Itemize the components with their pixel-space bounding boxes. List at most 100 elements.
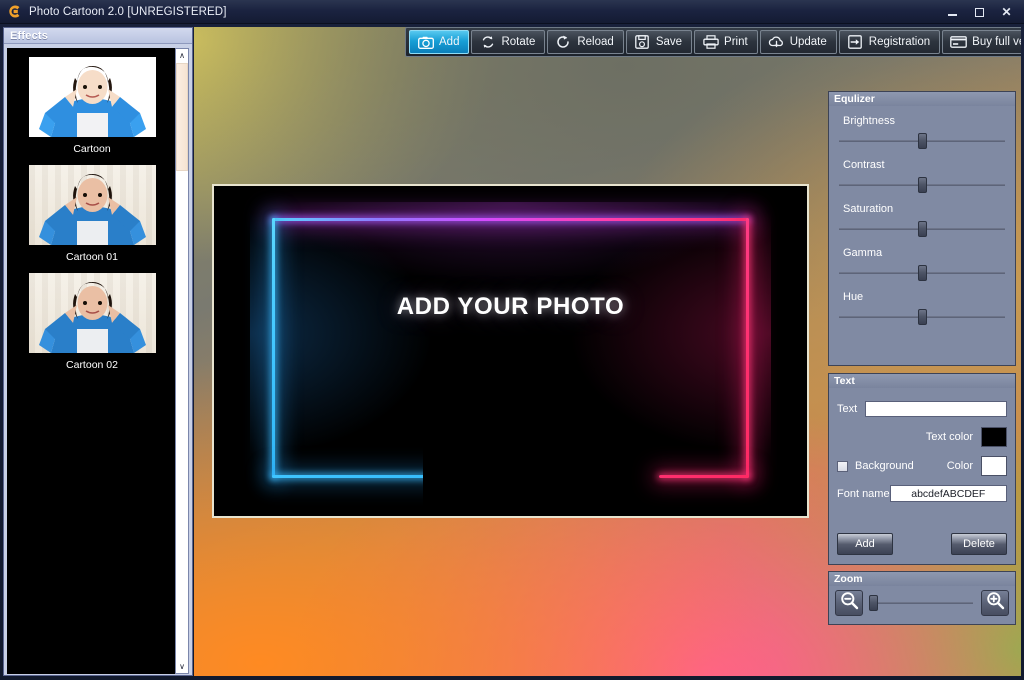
effect-label: Cartoon 02 [66, 359, 118, 371]
text-panel-buttons: Add Delete [829, 533, 1015, 555]
add-button-label: Add [439, 36, 460, 48]
save-button-label: Save [655, 36, 683, 48]
background-color-row: Background Color [829, 456, 1015, 476]
text-color-label: Text color [925, 431, 973, 443]
scroll-up-icon[interactable]: ∧ [176, 49, 188, 62]
registration-button-label: Registration [868, 36, 931, 48]
effect-thumbnail [28, 57, 156, 137]
close-icon[interactable]: ✕ [993, 1, 1020, 23]
effects-list[interactable]: Cartoon Cartoon 01 Cartoon 02 [7, 48, 177, 674]
effects-panel-header: Effects [4, 28, 192, 44]
zoom-slider[interactable] [869, 592, 975, 614]
photo-dark-block [423, 406, 547, 516]
equalizer-panel: Equlizer Brightness Contrast Saturation … [828, 91, 1016, 366]
brightness-slider[interactable] [839, 132, 1005, 150]
window-controls: ✕ [939, 0, 1020, 24]
contrast-row: Contrast [829, 150, 1015, 194]
credit-card-icon [950, 34, 968, 50]
hue-label: Hue [843, 291, 864, 303]
magnifier-minus-icon [840, 591, 859, 615]
contrast-label: Contrast [843, 159, 885, 171]
effect-item-cartoon-02[interactable]: Cartoon 02 [7, 264, 177, 372]
text-panel-header: Text [829, 374, 1015, 388]
text-panel: Text Text Text color Background Color Fo… [828, 373, 1016, 565]
printer-icon [702, 34, 719, 50]
text-field-label: Text [837, 403, 858, 415]
gamma-slider-knob[interactable] [917, 265, 927, 281]
color-label: Color [946, 460, 973, 472]
hue-row: Hue [829, 282, 1015, 326]
rotate-button[interactable]: Rotate [471, 30, 546, 54]
close-glyph: ✕ [1001, 5, 1012, 19]
text-header-label: Text [834, 375, 855, 387]
application-window: Photo Cartoon 2.0 [UNREGISTERED] ✕ Effec… [0, 0, 1024, 680]
brightness-row: Brightness [829, 106, 1015, 150]
photo-preview-image: ADD YOUR PHOTO [214, 186, 807, 516]
app-logo-c-icon [7, 4, 22, 19]
rotate-icon [479, 34, 496, 50]
background-color-swatch[interactable] [981, 456, 1007, 476]
minimize-icon[interactable] [939, 1, 966, 23]
zoom-panel-header: Zoom [829, 572, 1015, 586]
buy-full-version-button[interactable]: Buy full version [942, 30, 1021, 54]
effect-thumbnail [28, 273, 156, 353]
camera-icon [417, 34, 434, 50]
photo-placeholder-text: ADD YOUR PHOTO [396, 293, 625, 320]
title-bar: Photo Cartoon 2.0 [UNREGISTERED] ✕ [0, 0, 1024, 24]
effects-sidebar: Effects Cartoon Cartoon 01 Cartoon 02 ∧ … [3, 27, 193, 676]
photo-preview-frame[interactable]: ADD YOUR PHOTO [212, 184, 809, 518]
equalizer-header-label: Equlizer [834, 93, 875, 105]
add-text-button[interactable]: Add [837, 533, 893, 555]
save-button[interactable]: Save [625, 30, 693, 54]
saturation-slider[interactable] [839, 220, 1005, 238]
background-checkbox[interactable] [837, 460, 848, 472]
reload-button[interactable]: Reload [547, 30, 624, 54]
update-button[interactable]: Update [759, 30, 837, 54]
effects-header-label: Effects [10, 29, 49, 42]
effect-label: Cartoon 01 [66, 251, 118, 263]
magnifier-plus-icon [986, 591, 1005, 615]
brightness-slider-knob[interactable] [917, 133, 927, 149]
hue-slider-knob[interactable] [917, 309, 927, 325]
effect-item-cartoon-01[interactable]: Cartoon 01 [7, 156, 177, 264]
window-title: Photo Cartoon 2.0 [UNREGISTERED] [29, 5, 227, 18]
saturation-slider-knob[interactable] [917, 221, 927, 237]
contrast-slider[interactable] [839, 176, 1005, 194]
text-input-row: Text [829, 401, 1015, 417]
zoom-header-label: Zoom [834, 573, 863, 585]
text-input[interactable] [865, 401, 1007, 417]
gamma-label: Gamma [843, 247, 883, 259]
equalizer-panel-header: Equlizer [829, 92, 1015, 106]
maximize-icon[interactable] [966, 1, 993, 23]
registration-button[interactable]: Registration [838, 30, 941, 54]
zoom-in-button[interactable] [981, 590, 1009, 616]
hue-slider[interactable] [839, 308, 1005, 326]
floppy-disk-icon [634, 34, 651, 50]
zoom-slider-knob[interactable] [869, 595, 878, 611]
update-button-label: Update [789, 36, 827, 48]
zoom-controls [829, 586, 1015, 616]
zoom-out-button[interactable] [835, 590, 863, 616]
add-button[interactable]: Add [409, 30, 470, 54]
effect-item-cartoon[interactable]: Cartoon [7, 48, 177, 156]
text-color-row: Text color [829, 427, 1015, 447]
scrollbar-thumb[interactable] [176, 63, 188, 171]
delete-text-button[interactable]: Delete [951, 533, 1007, 555]
reload-icon [555, 34, 572, 50]
font-name-label: Font name [837, 487, 890, 500]
saturation-label: Saturation [843, 203, 894, 215]
buy-full-version-button-label: Buy full version [972, 36, 1021, 48]
effects-scrollbar[interactable]: ∧ ∨ [175, 48, 189, 674]
gamma-slider[interactable] [839, 264, 1005, 282]
font-name-row: Font name abcdefABCDEF [829, 485, 1015, 502]
cloud-download-icon [768, 34, 785, 50]
print-button[interactable]: Print [694, 30, 758, 54]
zoom-panel: Zoom [828, 571, 1016, 625]
gamma-row: Gamma [829, 238, 1015, 282]
font-name-field[interactable]: abcdefABCDEF [889, 485, 1007, 502]
main-toolbar: Add Rotate Reload Save Print Update Regi… [405, 27, 1021, 57]
text-color-swatch[interactable] [981, 427, 1007, 447]
contrast-slider-knob[interactable] [917, 177, 927, 193]
scroll-down-icon[interactable]: ∨ [176, 660, 188, 673]
effect-label: Cartoon [73, 143, 111, 155]
